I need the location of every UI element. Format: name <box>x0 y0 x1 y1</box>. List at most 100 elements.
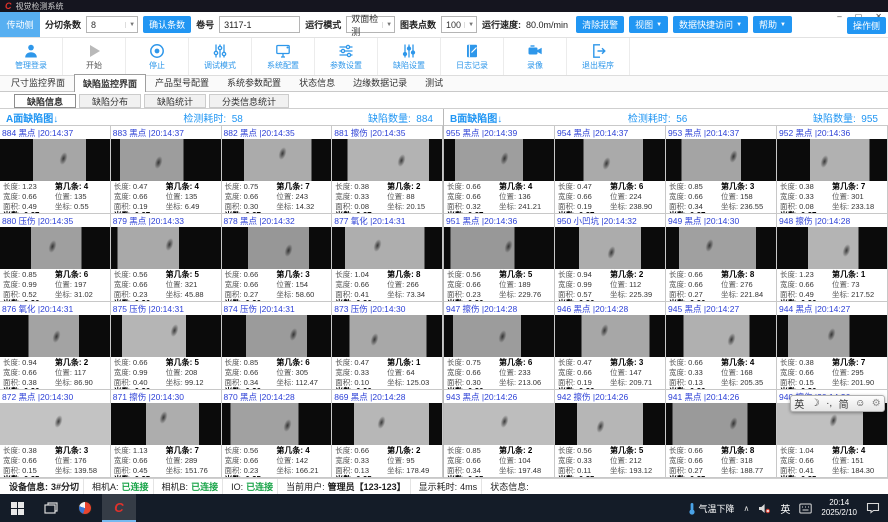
weather-widget[interactable]: 气温下降 <box>688 502 735 515</box>
task-view-button[interactable] <box>34 494 68 522</box>
ime-halfwidth-moon-icon[interactable]: ☽ <box>811 398 820 409</box>
start-menu-button[interactable] <box>0 494 34 522</box>
defect-image[interactable] <box>777 139 887 181</box>
panel-b-title[interactable]: B面缺陷图↓ <box>450 110 502 125</box>
keyboard-tray-icon[interactable] <box>799 503 812 514</box>
defect-card[interactable]: 941 黑点 |20:14:26 长度: 0.66宽度: 0.66面积: 0.2… <box>666 390 777 478</box>
operator-side-button[interactable]: 操作侧 <box>847 17 886 34</box>
defect-card[interactable]: 879 黑点 |20:14:33 长度: 0.56宽度: 0.66面积: 0.2… <box>111 214 222 302</box>
defect-card[interactable]: 943 黑点 |20:14:26 长度: 0.85宽度: 0.66面积: 0.3… <box>444 390 555 478</box>
defect-card[interactable]: 876 氧化 |20:14:31 长度: 0.94宽度: 0.66面积: 0.3… <box>0 302 111 390</box>
defect-image[interactable] <box>666 139 776 181</box>
defect-card[interactable]: 883 黑点 |20:14:37 长度: 0.47宽度: 0.66面积: 0.1… <box>111 126 222 214</box>
log-record-button[interactable]: 日志记录 <box>441 38 504 75</box>
minimize-button[interactable]: – <box>837 12 841 21</box>
defect-image[interactable] <box>0 227 110 269</box>
taskbar-clock[interactable]: 20:14 2025/2/10 <box>821 498 857 518</box>
defect-card[interactable]: 944 黑点 |20:14:27 长度: 0.38宽度: 0.66面积: 0.1… <box>777 302 888 390</box>
defect-image[interactable] <box>444 139 554 181</box>
help-menu-button[interactable]: 帮助▼ <box>753 16 792 33</box>
defect-image[interactable] <box>555 227 665 269</box>
defect-card[interactable]: 882 黑点 |20:14:35 长度: 0.75宽度: 0.66面积: 0.3… <box>222 126 333 214</box>
defect-card[interactable]: 946 黑点 |20:14:28 长度: 0.47宽度: 0.66面积: 0.1… <box>555 302 666 390</box>
defect-image[interactable] <box>332 403 442 445</box>
subtab-classification-statistics[interactable]: 分类信息统计 <box>209 94 289 108</box>
defect-image[interactable] <box>0 315 110 357</box>
tab-system-param-config[interactable]: 系统参数配置 <box>218 73 290 91</box>
defect-card[interactable]: 948 擦伤 |20:14:28 长度: 1.23宽度: 0.66面积: 0.4… <box>777 214 888 302</box>
start-button[interactable]: 开始 <box>63 38 126 75</box>
defect-card[interactable]: 871 擦伤 |20:14:30 长度: 1.13宽度: 0.66面积: 0.4… <box>111 390 222 478</box>
defect-image[interactable] <box>555 315 665 357</box>
tab-product-model-config[interactable]: 产品型号配置 <box>146 73 218 91</box>
defect-image[interactable] <box>444 403 554 445</box>
defect-card[interactable]: 945 黑点 |20:14:27 长度: 0.66宽度: 0.33面积: 0.1… <box>666 302 777 390</box>
defect-image[interactable] <box>777 227 887 269</box>
defect-card[interactable]: 878 黑点 |20:14:32 长度: 0.66宽度: 0.66面积: 0.2… <box>222 214 333 302</box>
defect-image[interactable] <box>332 139 442 181</box>
defect-card[interactable]: 950 小凹坑 |20:14:32 长度: 0.94宽度: 0.99面积: 0.… <box>555 214 666 302</box>
ime-simplified-toggle[interactable]: 简 <box>839 396 849 411</box>
data-quick-access-menu-button[interactable]: 数据快捷访问▼ <box>673 16 748 33</box>
debug-mode-button[interactable]: 调试模式 <box>189 38 252 75</box>
tab-size-monitor[interactable]: 尺寸监控界面 <box>2 73 74 91</box>
tab-defect-monitor[interactable]: 缺陷监控界面 <box>74 74 146 92</box>
defect-card[interactable]: 869 黑点 |20:14:28 长度: 0.66宽度: 0.33面积: 0.1… <box>332 390 443 478</box>
defect-image[interactable] <box>777 315 887 357</box>
defect-image[interactable] <box>111 139 221 181</box>
defect-image[interactable] <box>555 403 665 445</box>
tab-test[interactable]: 测试 <box>416 73 452 91</box>
defect-image[interactable] <box>666 315 776 357</box>
ime-language-indicator[interactable]: 英 <box>780 501 790 516</box>
ime-lang-toggle[interactable]: 英 <box>794 396 804 411</box>
defect-image[interactable] <box>444 315 554 357</box>
chart-points-select[interactable]: 100▼ <box>441 16 477 33</box>
confirm-count-button[interactable]: 确认条数 <box>143 16 191 33</box>
tray-expand-icon[interactable]: ∧ <box>744 504 750 513</box>
defect-image[interactable] <box>0 403 110 445</box>
defect-card[interactable]: 953 黑点 |20:14:37 长度: 0.85宽度: 0.66面积: 0.3… <box>666 126 777 214</box>
notification-center-icon[interactable] <box>866 502 880 514</box>
defect-image[interactable] <box>332 227 442 269</box>
defect-card[interactable]: 954 黑点 |20:14:37 长度: 0.47宽度: 0.66面积: 0.1… <box>555 126 666 214</box>
defect-card[interactable]: 881 擦伤 |20:14:35 长度: 0.38宽度: 0.33面积: 0.0… <box>332 126 443 214</box>
defect-card[interactable]: 947 擦伤 |20:14:28 长度: 0.75宽度: 0.66面积: 0.3… <box>444 302 555 390</box>
defect-card[interactable]: 872 黑点 |20:14:30 长度: 0.38宽度: 0.66面积: 0.1… <box>0 390 111 478</box>
defect-card[interactable]: 955 黑点 |20:14:39 长度: 0.66宽度: 0.66面积: 0.3… <box>444 126 555 214</box>
exit-program-button[interactable]: 退出程序 <box>567 38 630 75</box>
defect-image[interactable] <box>666 227 776 269</box>
admin-login-button[interactable]: 管理登录 <box>0 38 63 75</box>
defect-image[interactable] <box>222 139 332 181</box>
drive-side-button[interactable]: 传动侧 <box>0 12 40 37</box>
defect-card[interactable]: 942 擦伤 |20:14:26 长度: 0.56宽度: 0.33面积: 0.1… <box>555 390 666 478</box>
tab-status-info[interactable]: 状态信息 <box>290 73 344 91</box>
defect-image[interactable] <box>555 139 665 181</box>
defect-image[interactable] <box>444 227 554 269</box>
roll-number-input[interactable]: 3117-1 <box>219 16 300 33</box>
subtab-defect-statistics[interactable]: 缺陷统计 <box>144 94 206 108</box>
run-mode-select[interactable]: 双面检测▼ <box>346 16 395 33</box>
ime-emoji-icon[interactable]: ☺ <box>855 398 865 409</box>
defect-card[interactable]: 873 压伤 |20:14:30 长度: 0.47宽度: 0.33面积: 0.1… <box>332 302 443 390</box>
defect-card[interactable]: 874 压伤 |20:14:31 长度: 0.85宽度: 0.66面积: 0.3… <box>222 302 333 390</box>
defect-image[interactable] <box>666 403 776 445</box>
view-menu-button[interactable]: 视图▼ <box>629 16 668 33</box>
panel-a-title[interactable]: A面缺陷图↓ <box>6 110 58 125</box>
defect-image[interactable] <box>222 315 332 357</box>
slit-count-select[interactable]: 8▼ <box>86 16 138 33</box>
ime-settings-gear-icon[interactable]: ⚙ <box>872 398 881 409</box>
defect-card[interactable]: 870 黑点 |20:14:28 长度: 0.56宽度: 0.66面积: 0.2… <box>222 390 333 478</box>
defect-card[interactable]: 880 压伤 |20:14:35 长度: 0.85宽度: 0.99面积: 0.5… <box>0 214 111 302</box>
subtab-defect-info[interactable]: 缺陷信息 <box>14 94 76 108</box>
subtab-defect-distribution[interactable]: 缺陷分布 <box>79 94 141 108</box>
defect-image[interactable] <box>332 315 442 357</box>
clear-alarm-button[interactable]: 清除报警 <box>576 16 624 33</box>
defect-card[interactable]: 949 黑点 |20:14:30 长度: 0.66宽度: 0.66面积: 0.2… <box>666 214 777 302</box>
defect-card[interactable]: 952 黑点 |20:14:36 长度: 0.38宽度: 0.33面积: 0.0… <box>777 126 888 214</box>
tab-edge-data-record[interactable]: 边缘数据记录 <box>344 73 416 91</box>
defect-card[interactable]: 877 氧化 |20:14:31 长度: 1.04宽度: 0.66面积: 0.4… <box>332 214 443 302</box>
defect-image[interactable] <box>0 139 110 181</box>
defect-card[interactable]: 875 压伤 |20:14:31 长度: 0.66宽度: 0.99面积: 0.4… <box>111 302 222 390</box>
param-settings-button[interactable]: 参数设置 <box>315 38 378 75</box>
defect-image[interactable] <box>222 403 332 445</box>
